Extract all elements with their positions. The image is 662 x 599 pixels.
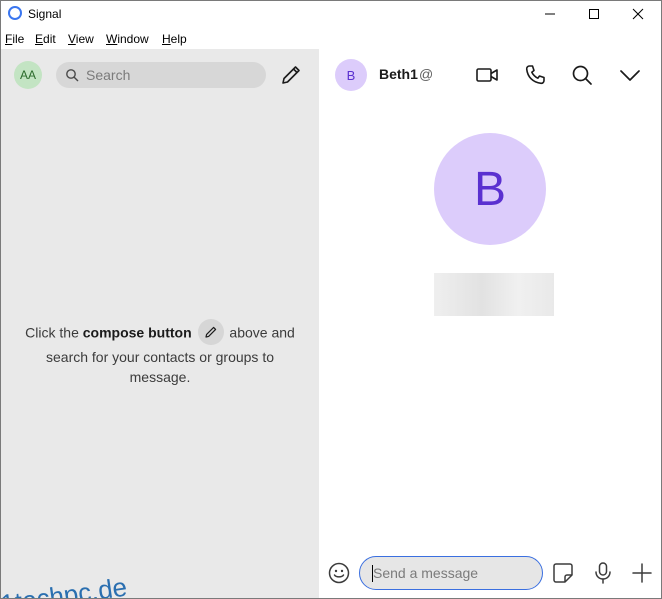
menu-help[interactable]: Help <box>162 32 187 46</box>
menu-edit[interactable]: Edit <box>35 32 56 46</box>
smiley-icon[interactable] <box>327 561 351 585</box>
maximize-button[interactable] <box>571 1 617 27</box>
search-input[interactable]: Search <box>56 62 266 88</box>
menu-bar: File Edit View Window Help <box>1 29 661 49</box>
search-icon[interactable] <box>570 63 594 87</box>
maximize-icon <box>589 9 599 19</box>
contact-large-avatar: B <box>434 133 546 245</box>
profile-avatar[interactable]: AA <box>14 61 42 89</box>
empty-state-message: Click the compose button above and searc… <box>19 319 301 387</box>
menu-window[interactable]: Window <box>106 32 149 46</box>
close-icon <box>632 8 644 20</box>
message-composer: Send a message <box>319 549 661 597</box>
menu-view[interactable]: View <box>68 32 94 46</box>
plus-icon[interactable] <box>631 562 653 584</box>
contact-avatar[interactable]: B <box>335 59 367 91</box>
sticker-icon[interactable] <box>552 562 574 584</box>
contact-name-suffix: @ <box>419 66 434 82</box>
phone-icon[interactable] <box>523 63 547 87</box>
search-icon <box>66 69 79 82</box>
video-camera-icon[interactable] <box>475 63 499 87</box>
title-bar: Signal <box>1 1 661 27</box>
watermark-text: 1techpc.de <box>0 571 129 599</box>
signal-icon <box>8 6 22 20</box>
contact-name[interactable]: Beth1 <box>379 66 418 82</box>
minimize-button[interactable] <box>527 1 573 27</box>
chevron-down-icon[interactable] <box>618 63 642 87</box>
message-input[interactable]: Send a message <box>359 556 543 590</box>
conversation-list-pane: AA Search Click the compose button above… <box>0 49 319 599</box>
microphone-icon[interactable] <box>592 561 614 585</box>
search-placeholder: Search <box>86 67 131 83</box>
menu-file[interactable]: File <box>5 32 24 46</box>
close-button[interactable] <box>615 1 661 27</box>
minimize-icon <box>545 13 555 15</box>
message-placeholder: Send a message <box>373 565 479 581</box>
pencil-icon[interactable] <box>279 63 303 87</box>
signal-window: Signal File Edit View Window Help AA Sea… <box>0 0 662 599</box>
conversation-pane: B Beth1 @ B Send a message <box>319 49 661 598</box>
window-title: Signal <box>28 7 62 21</box>
blurred-contact-info <box>434 273 554 316</box>
pencil-icon <box>204 326 216 338</box>
inline-compose-badge <box>197 319 224 345</box>
